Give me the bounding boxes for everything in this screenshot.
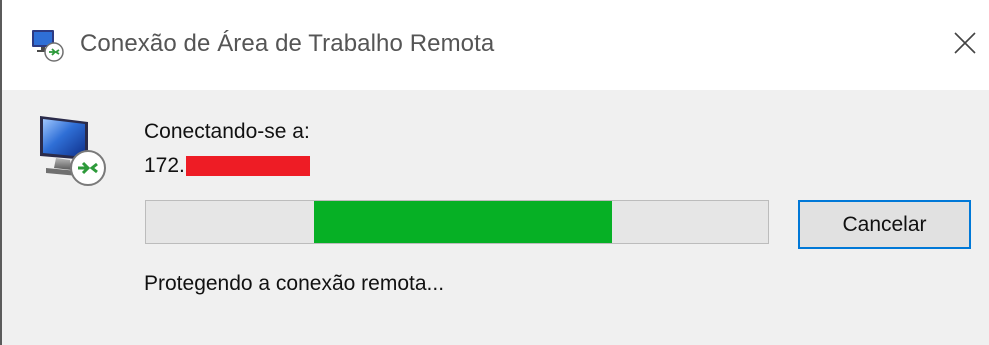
title-bar[interactable]: Conexão de Área de Trabalho Remota <box>2 0 989 90</box>
window-title: Conexão de Área de Trabalho Remota <box>80 30 495 57</box>
remote-desktop-icon <box>32 30 64 62</box>
address-redaction <box>185 156 310 176</box>
remote-address: 172. <box>144 153 310 179</box>
close-button[interactable] <box>942 20 988 66</box>
connection-progress-bar <box>145 200 769 244</box>
cancel-button[interactable]: Cancelar <box>798 200 971 249</box>
status-text: Protegendo a conexão remota... <box>144 272 445 295</box>
progress-bar-fill <box>313 201 613 243</box>
close-icon <box>954 32 976 54</box>
connecting-label: Conectando-se a: <box>144 120 310 143</box>
rdp-connecting-dialog: Conexão de Área de Trabalho Remota Conec… <box>0 0 989 345</box>
address-prefix: 172. <box>144 154 185 177</box>
remote-desktop-monitor-icon <box>40 116 106 186</box>
